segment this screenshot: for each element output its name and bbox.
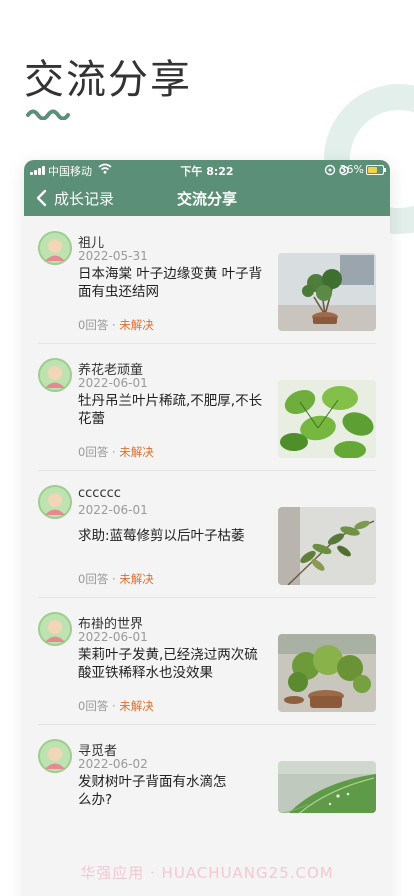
post-title: 牡丹吊兰叶片稀疏,不肥厚,不长花蕾 xyxy=(78,393,263,427)
status-badge: 未解决 xyxy=(119,572,154,586)
post-meta: 0回答 · 未解决 xyxy=(78,318,154,332)
post-date: 2022-05-31 xyxy=(78,249,148,263)
nav-bar: 成长记录 交流分享 xyxy=(24,180,390,216)
battery-percent: 36% xyxy=(339,163,364,176)
post-item[interactable]: cccccc 2022-06-01 求助:蓝莓修剪以后叶子枯萎 0回答 · 未解… xyxy=(24,470,390,597)
wave-decoration-icon xyxy=(26,109,70,120)
answer-count: 0回答 xyxy=(78,318,109,332)
post-user: cccccc xyxy=(78,486,121,501)
post-meta: 0回答 · 未解决 xyxy=(78,445,154,459)
post-list: 祖儿 2022-05-31 日本海棠 叶子边缘变黄 叶子背面有虫还结网 0回答 … xyxy=(24,216,390,851)
post-meta: 0回答 · 未解决 xyxy=(78,572,154,586)
post-item[interactable]: 养花老顽童 2022-06-01 牡丹吊兰叶片稀疏,不肥厚,不长花蕾 0回答 ·… xyxy=(24,343,390,470)
post-title: 求助:蓝莓修剪以后叶子枯萎 xyxy=(78,528,245,544)
page-title: 交流分享 xyxy=(24,57,192,103)
post-thumbnail[interactable] xyxy=(278,761,376,813)
post-item[interactable]: 布褂的世界 2022-06-01 茉莉叶子发黄,已经浇过两次硫酸亚铁稀释水也没效… xyxy=(24,597,390,724)
avatar xyxy=(38,485,72,519)
post-date: 2022-06-01 xyxy=(78,376,148,390)
post-title: 发财树叶子背面有水滴怎么办? xyxy=(78,774,227,808)
status-badge: 未解决 xyxy=(119,318,154,332)
answer-count: 0回答 xyxy=(78,699,109,713)
avatar xyxy=(38,739,72,773)
post-date: 2022-06-01 xyxy=(78,630,148,644)
nav-title: 交流分享 xyxy=(176,190,237,208)
phone-screenshot: 中国移动 下午 8:22 36% 成长记录 交流分享 祖儿 2022-05-31… xyxy=(24,160,390,896)
post-title: 茉莉叶子发黄,已经浇过两次硫酸亚铁稀释水也没效果 xyxy=(78,647,258,681)
post-thumbnail[interactable] xyxy=(278,253,376,331)
app-header: 中国移动 下午 8:22 36% 成长记录 交流分享 xyxy=(24,160,390,216)
status-badge: 未解决 xyxy=(119,445,154,459)
post-thumbnail[interactable] xyxy=(278,634,376,712)
avatar xyxy=(38,612,72,646)
post-meta: 0回答 · 未解决 xyxy=(78,699,154,713)
post-date: 2022-06-02 xyxy=(78,757,148,771)
post-item[interactable]: 祖儿 2022-05-31 日本海棠 叶子边缘变黄 叶子背面有虫还结网 0回答 … xyxy=(24,216,390,343)
post-thumbnail[interactable] xyxy=(278,380,376,458)
status-bar: 中国移动 下午 8:22 36% xyxy=(24,160,390,180)
avatar xyxy=(38,231,72,265)
watermark: 华强应用 · HUACHUANG25.COM xyxy=(80,864,334,882)
answer-count: 0回答 xyxy=(78,572,109,586)
post-title: 日本海棠 叶子边缘变黄 叶子背面有虫还结网 xyxy=(78,266,263,300)
share-page: 交流分享 中国移动 下午 8:22 36% 成长记录 交流分享 祖儿 2022-… xyxy=(0,0,414,896)
avatar xyxy=(38,358,72,392)
answer-count: 0回答 xyxy=(78,445,109,459)
post-thumbnail[interactable] xyxy=(278,507,376,585)
status-badge: 未解决 xyxy=(119,699,154,713)
post-item[interactable]: 寻觅者 2022-06-02 发财树叶子背面有水滴怎么办? xyxy=(24,724,390,851)
battery-icon xyxy=(366,165,386,175)
post-date: 2022-06-01 xyxy=(78,503,148,517)
